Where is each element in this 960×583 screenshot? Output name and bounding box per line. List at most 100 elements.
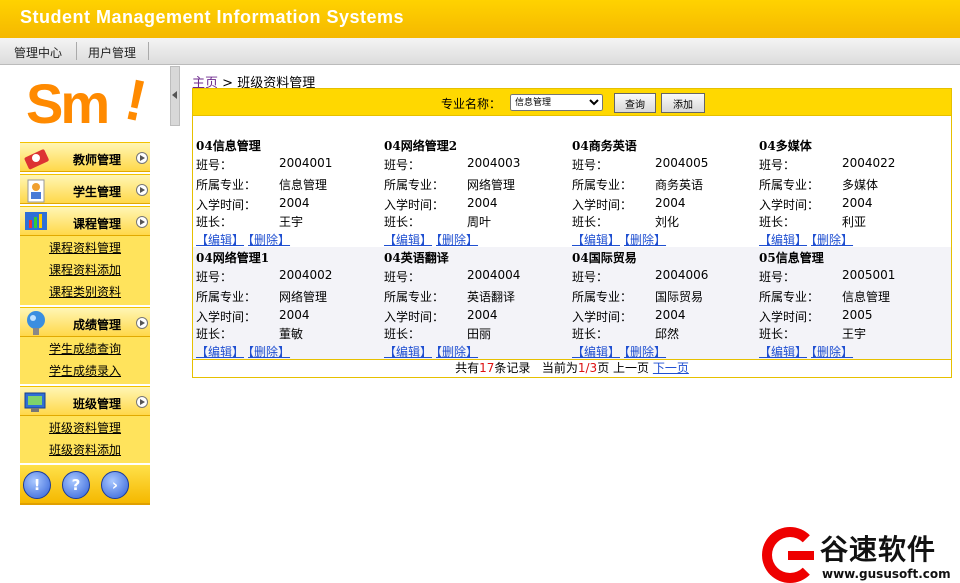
class-id: 2004003 (467, 156, 521, 170)
watermark-brand: 谷速软件 (820, 533, 937, 566)
class-name: 04英语翻译 (384, 251, 449, 265)
pager-next-link[interactable]: 下一页 (653, 361, 689, 375)
sidebar-item-class-info-manage[interactable]: 班级资料管理 (20, 417, 150, 439)
card-actions: 【编辑】 【删除】 (759, 343, 857, 360)
watermark-url: www.gususoft.com (822, 567, 951, 581)
delete-link[interactable]: 【删除】 (436, 233, 478, 247)
delete-link[interactable]: 【删除】 (811, 233, 853, 247)
logo-mark: ! (119, 66, 152, 135)
menu-teacher-management[interactable]: 教师管理 (20, 142, 150, 172)
forward-icon[interactable]: › (101, 471, 129, 499)
sidebar-item-score-entry[interactable]: 学生成绩录入 (20, 360, 150, 382)
class-id: 2004005 (655, 156, 709, 170)
menu-label: 教师管理 (73, 153, 122, 167)
score-icon (27, 311, 45, 335)
major-select[interactable]: 信息管理 (510, 94, 603, 111)
delete-link[interactable]: 【删除】 (624, 345, 666, 359)
major-field-label: 所属专业： (572, 178, 633, 192)
nav-user-management[interactable]: 用户管理 (88, 44, 136, 61)
monitor-label: 班长： (759, 327, 796, 341)
class-major: 信息管理 (279, 178, 328, 192)
pager-current-suffix: 页 (597, 361, 610, 375)
monitor-label: 班长： (384, 327, 421, 341)
year-label: 入学时间： (572, 310, 633, 324)
sidebar-item-score-query[interactable]: 学生成绩查询 (20, 338, 150, 360)
course-submenu: 课程资料管理 课程资料添加 课程类别资料 (20, 236, 150, 305)
class-id: 2004022 (842, 156, 896, 170)
class-year: 2005 (842, 308, 873, 322)
add-button[interactable]: 添加 (661, 93, 705, 113)
year-label: 入学时间： (759, 310, 820, 324)
edit-link[interactable]: 【编辑】 (759, 233, 807, 247)
card-actions: 【编辑】 【删除】 (384, 343, 482, 360)
class-submenu: 班级资料管理 班级资料添加 (20, 416, 150, 463)
year-label: 入学时间： (196, 198, 257, 212)
edit-link[interactable]: 【编辑】 (384, 345, 432, 359)
monitor-label: 班长： (384, 215, 421, 229)
class-card: 04信息管理 班号： 2004001 所属专业： 信息管理 入学时间： 2004 班长… (193, 135, 380, 247)
delete-link[interactable]: 【删除】 (248, 233, 290, 247)
class-year: 2004 (467, 308, 498, 322)
class-id-label: 班号： (759, 270, 796, 284)
class-name: 04网络管理1 (196, 251, 270, 265)
sidebar-item-course-category[interactable]: 课程类别资料 (20, 281, 150, 303)
class-card: 04多媒体 班号： 2004022 所属专业： 多媒体 入学时间： 2004 班长： 利… (756, 135, 943, 247)
sidebar-item-course-info-add[interactable]: 课程资料添加 (20, 259, 150, 281)
student-icon (27, 179, 45, 203)
course-icon (25, 212, 47, 230)
logo-text: Sm (26, 72, 110, 135)
card-actions: 【编辑】 【删除】 (196, 343, 294, 360)
major-field-label: 所属专业： (759, 178, 820, 192)
menu-label: 学生管理 (73, 185, 122, 199)
class-id-label: 班号： (196, 158, 233, 172)
class-card: 04国际贸易 班号： 2004006 所属专业： 国际贸易 入学时间： 2004 班长… (569, 247, 756, 359)
class-monitor: 周叶 (467, 215, 492, 229)
class-major: 英语翻译 (467, 290, 516, 304)
class-year: 2004 (467, 196, 498, 210)
delete-link[interactable]: 【删除】 (624, 233, 666, 247)
nav-management-center[interactable]: 管理中心 (14, 44, 62, 61)
delete-link[interactable]: 【删除】 (436, 345, 478, 359)
monitor-label: 班长： (196, 215, 233, 229)
menu-class-management[interactable]: 班级管理 (20, 386, 150, 416)
class-major: 商务英语 (655, 178, 704, 192)
sidebar-item-class-info-add[interactable]: 班级资料添加 (20, 439, 150, 461)
major-field-label: 所属专业： (759, 290, 820, 304)
class-name: 04商务英语 (572, 139, 637, 153)
alert-icon[interactable]: ! (23, 471, 51, 499)
pager-total-prefix: 共有 (455, 361, 480, 375)
pager-current-page: 1/3 (577, 361, 598, 375)
menu-label: 班级管理 (73, 397, 122, 411)
menu-score-management[interactable]: 成绩管理 (20, 307, 150, 337)
delete-link[interactable]: 【删除】 (811, 345, 853, 359)
menu-course-management[interactable]: 课程管理 (20, 206, 150, 236)
teacher-icon (24, 149, 49, 170)
search-bar: 专业名称： 信息管理 查询 添加 (193, 89, 951, 116)
year-label: 入学时间： (196, 310, 257, 324)
edit-link[interactable]: 【编辑】 (759, 345, 807, 359)
watermark: 谷速软件 www.gususoft.com (762, 527, 960, 583)
major-field-label: 所属专业： (196, 290, 257, 304)
help-icon[interactable]: ? (62, 471, 90, 499)
edit-link[interactable]: 【编辑】 (384, 233, 432, 247)
class-id-label: 班号： (384, 158, 421, 172)
card-actions: 【编辑】 【删除】 (572, 231, 670, 248)
sm-logo: Sm ! (22, 66, 152, 136)
monitor-label: 班长： (572, 327, 609, 341)
major-field-label: 所属专业： (572, 290, 633, 304)
menu-student-management[interactable]: 学生管理 (20, 174, 150, 204)
pagination: 共有17条记录 当前为1/3页 上一页 下一页 (193, 359, 951, 377)
monitor-label: 班长： (196, 327, 233, 341)
class-major: 多媒体 (842, 178, 879, 192)
sidebar-item-course-info-manage[interactable]: 课程资料管理 (20, 237, 150, 259)
menu-label: 课程管理 (73, 217, 122, 231)
year-label: 入学时间： (384, 310, 445, 324)
edit-link[interactable]: 【编辑】 (196, 233, 244, 247)
query-button[interactable]: 查询 (614, 93, 656, 113)
sidebar-collapse-toggle[interactable] (170, 66, 180, 126)
delete-link[interactable]: 【删除】 (248, 345, 290, 359)
edit-link[interactable]: 【编辑】 (572, 233, 620, 247)
edit-link[interactable]: 【编辑】 (572, 345, 620, 359)
edit-link[interactable]: 【编辑】 (196, 345, 244, 359)
class-card: 04英语翻译 班号： 2004004 所属专业： 英语翻译 入学时间： 2004 班长… (381, 247, 568, 359)
